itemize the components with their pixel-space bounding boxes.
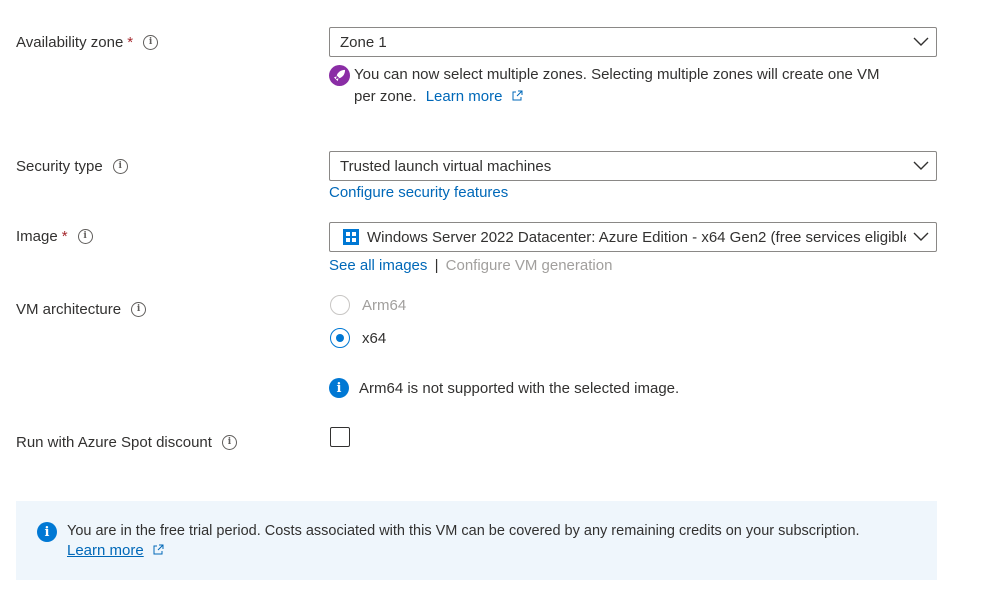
image-value: Windows Server 2022 Datacenter: Azure Ed… [367,228,906,246]
multi-zone-notice-line1: You can now select multiple zones. Selec… [354,66,880,83]
info-icon[interactable]: i [131,302,147,317]
radio-option-x64[interactable]: x64 [330,328,386,348]
spot-discount-label-row: Run with Azure Spot discount i [16,434,237,451]
info-icon[interactable]: i [143,35,159,50]
info-icon[interactable]: i [77,229,93,244]
availability-zone-value: Zone 1 [340,33,387,51]
external-link-icon [153,544,164,555]
see-all-images-link[interactable]: See all images [329,257,427,274]
windows-logo-icon [343,229,359,245]
radio-option-arm64[interactable]: Arm64 [330,295,406,315]
vm-architecture-label: VM architecture [16,301,122,318]
image-dropdown[interactable]: Windows Server 2022 Datacenter: Azure Ed… [329,222,937,252]
arm64-unsupported-text: Arm64 is not supported with the selected… [359,379,680,397]
chevron-down-icon [906,28,936,56]
availability-zone-dropdown[interactable]: Zone 1 [329,27,937,57]
multi-zone-notice-line2-row: per zone. Learn more [354,86,934,108]
radio-button-x64[interactable] [330,328,350,348]
security-type-label: Security type [16,158,103,175]
chevron-down-icon [906,223,936,251]
multi-zone-notice: You can now select multiple zones. Selec… [354,64,934,108]
external-link-icon [512,90,523,101]
radio-button-arm64[interactable] [330,295,350,315]
configure-security-features-link[interactable]: Configure security features [329,184,508,201]
info-icon[interactable]: i [221,435,237,450]
security-type-label-row: Security type i [16,158,128,175]
learn-more-link[interactable]: Learn more [426,88,503,105]
image-links-row: See all images | Configure VM generation [329,257,612,274]
free-trial-banner: i You are in the free trial period. Cost… [16,501,937,580]
info-icon[interactable]: i [112,159,128,174]
availability-zone-label-row: Availability zone * i [16,34,159,51]
info-icon: i [329,378,349,398]
free-trial-message-block: You are in the free trial period. Costs … [67,522,927,561]
configure-vm-generation-link: Configure VM generation [445,257,613,274]
arm64-unsupported-message: i Arm64 is not supported with the select… [329,378,679,398]
radio-label-x64: x64 [362,329,387,347]
chevron-down-icon [906,152,936,180]
multi-zone-notice-line2: per zone. [354,88,417,105]
rocket-icon [329,65,350,86]
free-trial-message: You are in the free trial period. Costs … [67,523,860,539]
link-separator: | [434,257,439,274]
vm-architecture-label-row: VM architecture i [16,301,147,318]
availability-zone-label: Availability zone [16,34,124,51]
banner-learn-more-row: Learn more [67,541,927,561]
radio-label-arm64: Arm64 [362,296,407,314]
image-label-row: Image * i [16,228,93,245]
spot-discount-checkbox[interactable] [330,427,350,447]
required-asterisk: * [61,228,68,245]
security-type-dropdown[interactable]: Trusted launch virtual machines [329,151,937,181]
required-asterisk: * [127,34,134,51]
security-type-value: Trusted launch virtual machines [340,157,552,175]
info-icon: i [37,522,57,542]
spot-discount-label: Run with Azure Spot discount [16,434,212,451]
banner-learn-more-link[interactable]: Learn more [67,542,144,559]
image-label: Image [16,228,58,245]
